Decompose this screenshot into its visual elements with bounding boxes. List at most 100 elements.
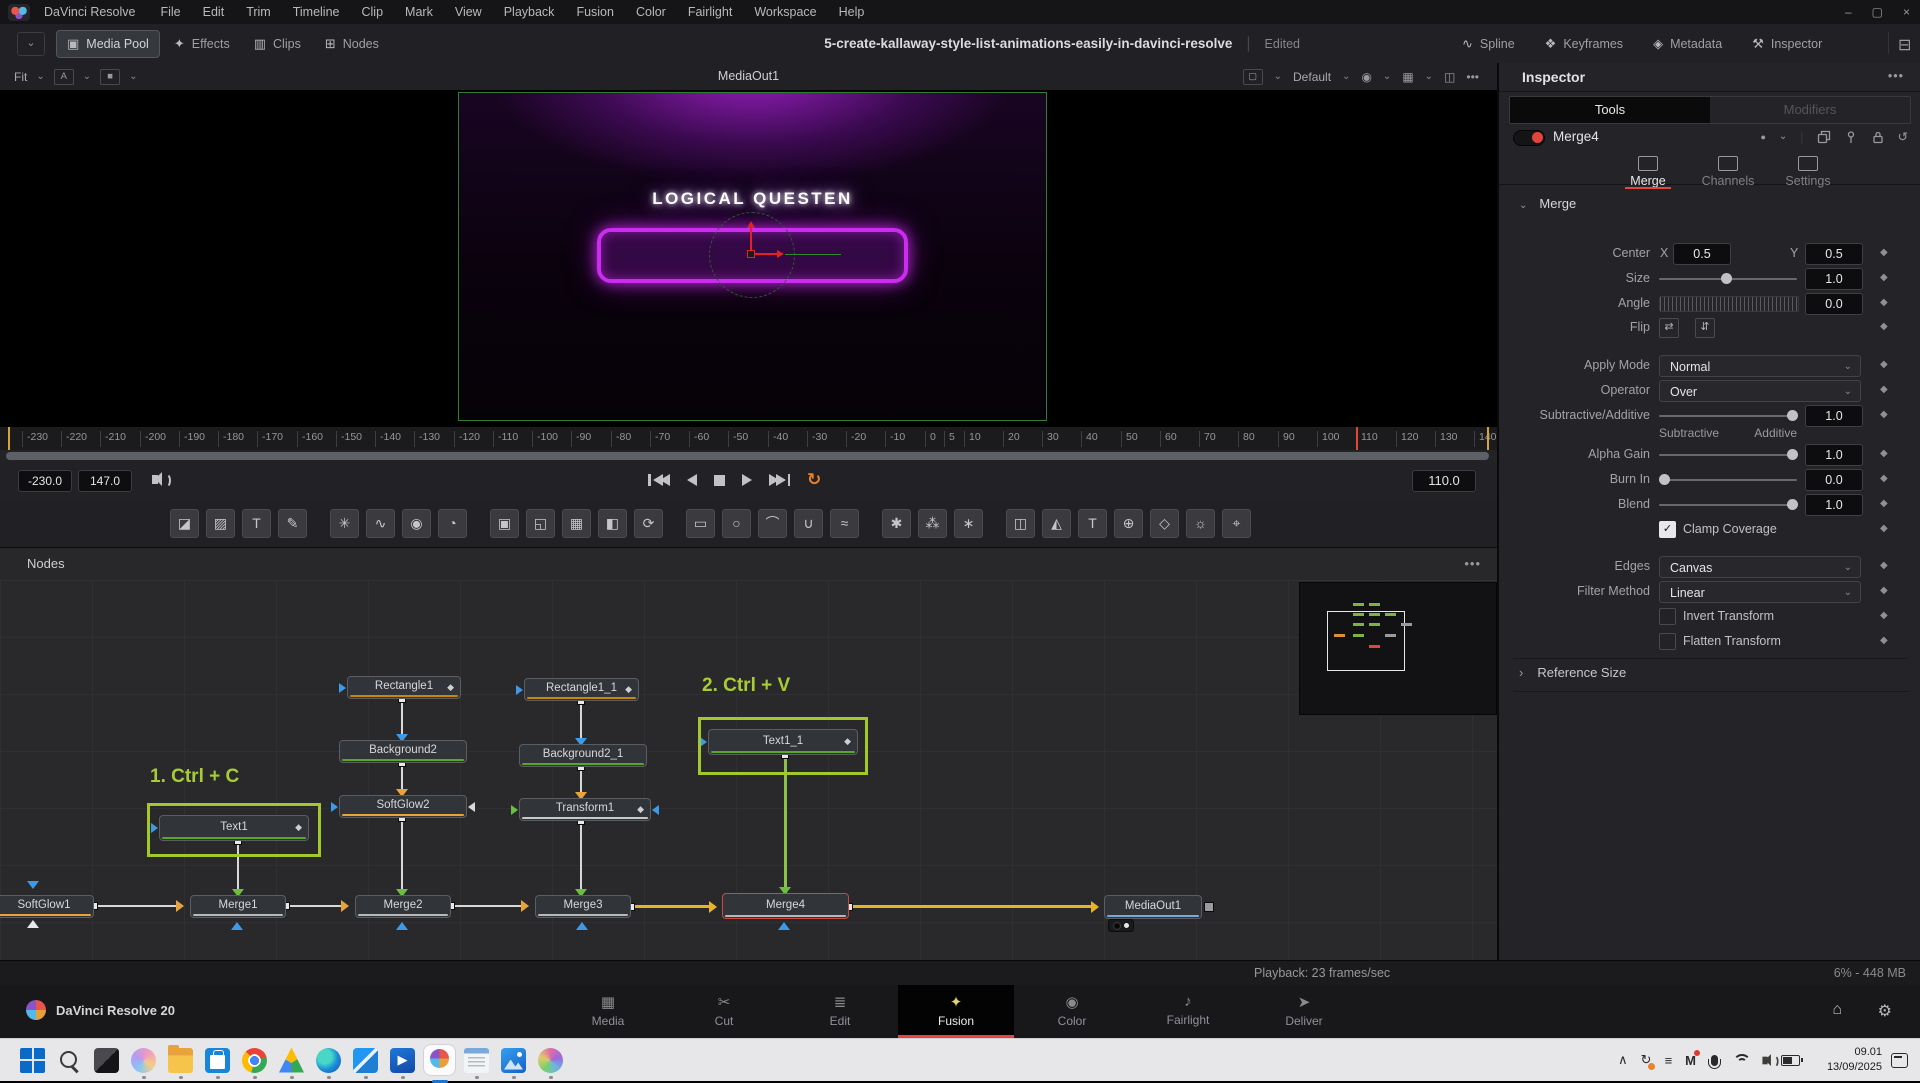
toolbar-toggle[interactable]: ✦ Effects — [164, 31, 240, 57]
reset-history-icon[interactable]: ↺ — [1898, 129, 1908, 144]
mask-input-arrow[interactable] — [396, 922, 408, 930]
color-corrector[interactable]: ✳ — [330, 509, 359, 538]
keyframe-diamond-icon[interactable]: ◆ — [1880, 635, 1888, 646]
graph-node[interactable]: Merge2 ◆ — [355, 895, 451, 918]
toolbar-toggle[interactable]: ▣ Media Pool — [56, 30, 160, 58]
node-wire-horizontal[interactable] — [286, 905, 347, 907]
play-reverse-button[interactable] — [687, 474, 697, 486]
subtractive-additive-field[interactable]: 1.0 — [1805, 405, 1863, 427]
double-polyline-mask[interactable]: ≈ — [830, 509, 859, 538]
panel-layout-icon[interactable]: ⊟ — [1898, 35, 1911, 55]
brightness-contrast[interactable]: ◉ — [402, 509, 431, 538]
playhead[interactable] — [1356, 427, 1358, 450]
graph-node[interactable]: Rectangle1 ◆ — [347, 676, 461, 699]
output-knob[interactable] — [1204, 902, 1214, 912]
node-side-input-triangle[interactable] — [468, 802, 475, 812]
maximize-icon[interactable]: ▢ — [1872, 5, 1883, 19]
node-input-arrow[interactable] — [27, 881, 39, 889]
maxon-tray-icon[interactable]: M — [1685, 1053, 1696, 1068]
color-label-icon[interactable]: ● — [1760, 132, 1765, 142]
keyframe-diamond-icon[interactable]: ◆ — [1880, 473, 1888, 484]
node-side-input-triangle[interactable] — [652, 805, 659, 815]
burn-in-slider[interactable] — [1659, 479, 1797, 481]
node-input-triangle[interactable] — [516, 685, 523, 695]
menu-item[interactable]: Trim — [235, 5, 282, 19]
graph-node[interactable]: Merge3 ◆ — [535, 895, 631, 918]
paint-icon[interactable] — [532, 1039, 569, 1081]
invert-transform-checkbox[interactable]: ✓ — [1659, 608, 1676, 625]
davinci-resolve-icon[interactable] — [421, 1039, 458, 1081]
text-3d[interactable]: T — [1078, 509, 1107, 538]
graph-node[interactable]: Merge1 ◆ — [190, 895, 286, 918]
panel-toggle[interactable]: ⚒ Inspector — [1742, 31, 1832, 57]
menu-item[interactable]: Color — [625, 5, 677, 19]
graph-node[interactable]: Background2 ◆ — [339, 740, 467, 763]
merge-3d[interactable]: ⊕ — [1114, 509, 1143, 538]
image-plane-3d[interactable]: ◫ — [1006, 509, 1035, 538]
toolbar-toggle[interactable]: ▥ Clips — [244, 31, 311, 57]
transform-y-axis-arrow[interactable] — [747, 221, 755, 228]
go-to-end-button[interactable] — [769, 474, 791, 486]
transform-x-axis-arrow[interactable] — [777, 250, 784, 258]
graph-node[interactable]: SoftGlow2 ◆ — [339, 795, 467, 818]
sync-status-icon[interactable]: ↻ — [1641, 1052, 1652, 1068]
close-icon[interactable]: × — [1903, 5, 1910, 19]
current-frame-field[interactable]: 110.0 — [1412, 470, 1476, 492]
node-modifier-diamond-icon[interactable]: ◆ — [625, 684, 632, 695]
text-plus[interactable]: T — [242, 509, 271, 538]
node-wire-vertical[interactable] — [401, 763, 403, 795]
viewer-canvas[interactable]: LOGICAL QUESTEN — [0, 90, 1497, 427]
stop-button[interactable] — [714, 475, 725, 486]
search-icon[interactable] — [51, 1039, 88, 1081]
lock-icon[interactable] — [1871, 130, 1885, 144]
loop-button[interactable]: ↻ — [807, 470, 821, 490]
particle-manipulator[interactable]: ⁂ — [918, 509, 947, 538]
mask-input-arrow[interactable] — [27, 920, 39, 928]
node-wire-vertical[interactable] — [580, 821, 582, 895]
keyframe-diamond-icon[interactable]: ◆ — [1880, 384, 1888, 395]
inspector-subtab[interactable]: Merge — [1617, 155, 1679, 184]
battery-icon[interactable] — [1781, 1055, 1800, 1066]
clamp-coverage-checkbox[interactable]: ✓ — [1659, 521, 1676, 538]
menu-item[interactable]: Fusion — [565, 5, 625, 19]
chrome-icon[interactable] — [236, 1039, 273, 1081]
google-drive-icon[interactable] — [273, 1039, 310, 1081]
background-generator[interactable]: ◪ — [170, 509, 199, 538]
node-wire-vertical[interactable] — [401, 699, 403, 740]
keyframe-diamond-icon[interactable]: ◆ — [1880, 297, 1888, 308]
filter-method-dropdown[interactable]: Linear⌄ — [1659, 581, 1861, 603]
transform[interactable]: ⟳ — [634, 509, 663, 538]
store-icon[interactable] — [199, 1039, 236, 1081]
page-tab[interactable]: ✦ Fusion — [898, 985, 1014, 1038]
node-wire-horizontal[interactable] — [631, 905, 715, 908]
subtractive-additive-slider[interactable] — [1659, 415, 1797, 417]
flip-vertical-button[interactable]: ⇵ — [1695, 318, 1715, 338]
angle-dial[interactable] — [1659, 296, 1799, 312]
keyframe-diamond-icon[interactable]: ◆ — [1880, 272, 1888, 283]
angle-field[interactable]: 0.0 — [1805, 293, 1863, 315]
graph-node[interactable]: Transform1 ◆ — [519, 798, 651, 821]
operator-dropdown[interactable]: Over⌄ — [1659, 380, 1861, 402]
camera-3d[interactable]: ⌖ — [1222, 509, 1251, 538]
edge-icon[interactable] — [310, 1039, 347, 1081]
polygon-mask[interactable]: ⌒ — [758, 509, 787, 538]
file-explorer-icon[interactable] — [162, 1039, 199, 1081]
page-tab[interactable]: ≣ Edit — [782, 985, 898, 1035]
range-in-field[interactable]: -230.0 — [18, 470, 72, 492]
chevron-down-icon[interactable]: ⌄ — [1779, 131, 1787, 142]
mask-input-arrow[interactable] — [778, 922, 790, 930]
node-input-triangle[interactable] — [511, 805, 518, 815]
start-icon[interactable] — [14, 1039, 51, 1081]
timeline-scrollbar[interactable] — [6, 452, 1489, 460]
taskbar-settings-icon[interactable]: ≡ — [1665, 1053, 1673, 1068]
color-curves[interactable]: ∿ — [366, 509, 395, 538]
menu-item[interactable]: View — [444, 5, 493, 19]
merge-section-header[interactable]: ⌄Merge — [1519, 196, 1576, 211]
render-range-start[interactable] — [8, 427, 10, 450]
volume-icon[interactable] — [1762, 1056, 1767, 1064]
menu-item[interactable]: Playback — [493, 5, 566, 19]
transform-angle-handle[interactable] — [785, 254, 841, 256]
particle-emitter[interactable]: ✱ — [882, 509, 911, 538]
page-tab[interactable]: ♪ Fairlight — [1130, 985, 1246, 1035]
node-wire-horizontal[interactable] — [849, 905, 1097, 908]
